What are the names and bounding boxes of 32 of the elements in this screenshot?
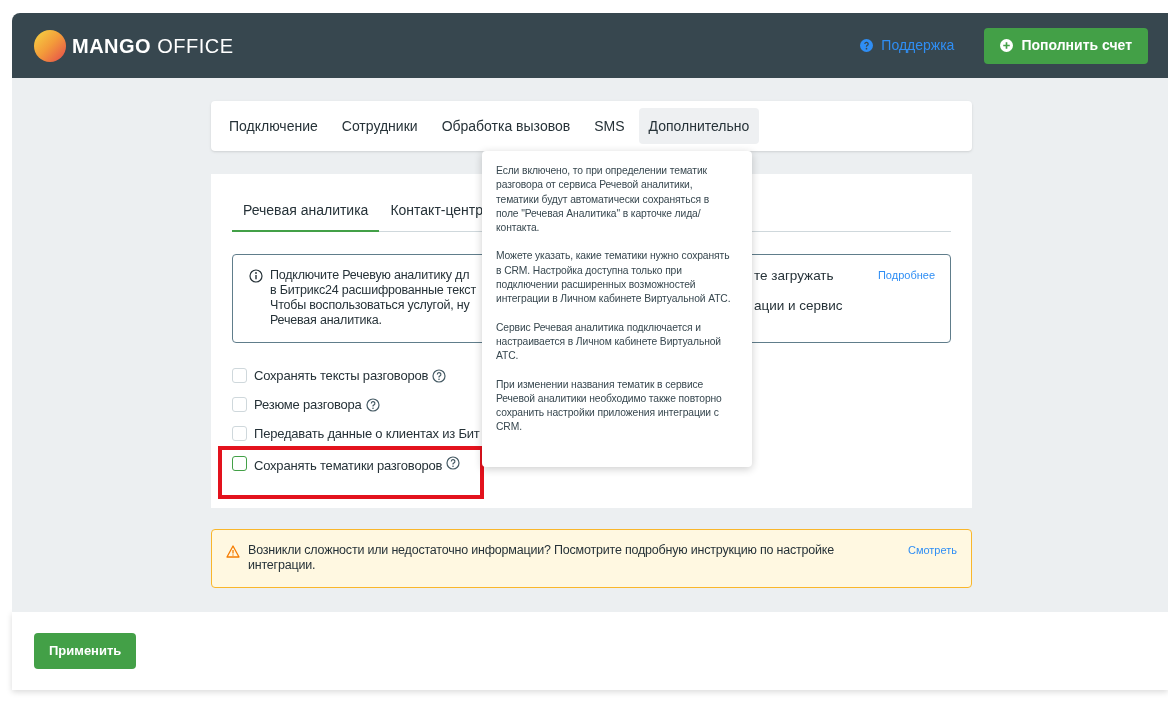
nav-tab[interactable]: Подключение <box>219 108 328 144</box>
nav-tab[interactable]: Сотрудники <box>331 108 428 144</box>
info-text: те загружать <box>753 268 835 283</box>
info-text: Чтобы воспользоваться услугой, ну <box>270 298 471 313</box>
help-icon[interactable] <box>446 456 461 470</box>
help-icon[interactable] <box>432 368 447 383</box>
logo-text: MANGO OFFICE <box>72 33 234 59</box>
tooltip-text: Сервис Речевая аналитика подключается и настраивается в Личном кабинете Виртуальной АТС. <box>496 320 722 364</box>
help-icon[interactable] <box>365 397 380 412</box>
tooltip-text: Можете указать, какие тематики нужно сохранять в CRM. Настройка доступна только при подключении расширенных возможностей интеграции в Личном кабинете Виртуальной АТС. <box>496 249 732 307</box>
help-icon <box>860 39 874 52</box>
nav-tab[interactable]: Обработка вызовов <box>431 108 581 144</box>
warning-text: Возникли сложности или недостаточно информации? Посмотрите подробную инструкцию по настройке интеграции. <box>248 543 835 573</box>
tooltip-text: Если включено, то при определении тематик разговора от сервиса Речевой аналитики, тематики будут автоматически сохраняться в поле "Речевая Аналитика" в карточке лида/ контакта. <box>496 164 711 236</box>
info-text: в Битрикс24 расшифрованные текст <box>270 283 475 298</box>
section-tab[interactable]: Контакт-центр <box>379 191 495 232</box>
info-icon <box>249 269 263 283</box>
warning-icon <box>226 545 240 558</box>
checkbox[interactable] <box>232 456 247 471</box>
tooltip-text: При изменении названия тематик в сервисе Речевой аналитики необходимо также повторно сохранить настройки приложения интеграции с CRM. <box>496 377 723 435</box>
section-tab[interactable]: Речевая аналитика <box>232 191 380 232</box>
nav-tab[interactable]: SMS <box>584 108 635 144</box>
option-label: Передавать данные о клиентах из Бит <box>254 424 480 443</box>
option-label: Сохранять тематики разговоров <box>254 457 443 475</box>
info-text: ации и сервис <box>753 298 844 313</box>
plus-icon <box>1000 39 1014 52</box>
logo-icon <box>34 29 66 62</box>
nav-tab[interactable]: Дополнительно <box>638 108 760 144</box>
info-text: Подключите Речевую аналитику дл <box>270 268 471 283</box>
option-label: Резюме разговора <box>254 395 362 414</box>
info-text: Речевая аналитика. <box>270 313 383 328</box>
option-label: Сохранять тексты разговоров <box>254 366 429 385</box>
